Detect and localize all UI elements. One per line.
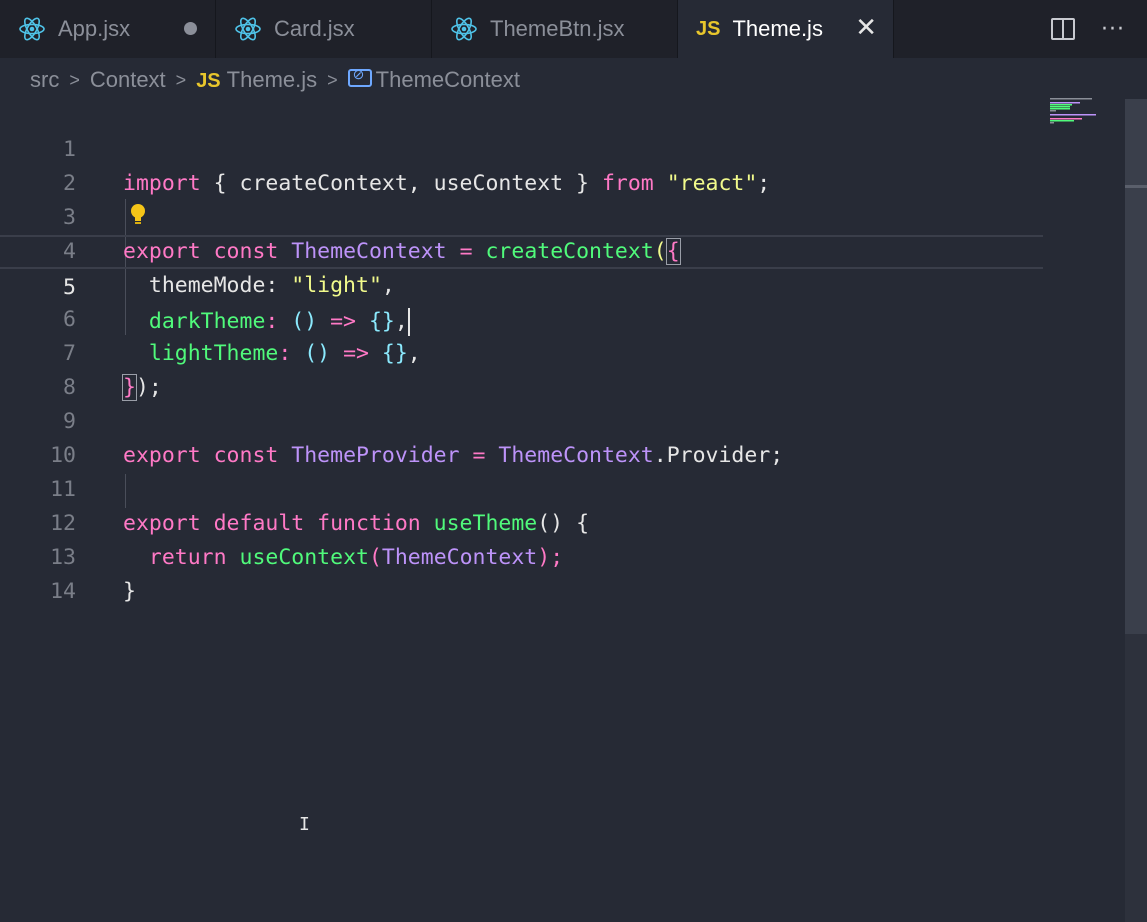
code-line: 8 bbox=[0, 337, 1043, 400]
tab-bar: App.jsx Card.jsx ThemeBtn.jsx JS Theme.j… bbox=[0, 0, 1147, 58]
react-icon bbox=[19, 17, 45, 41]
editor-actions: ··· bbox=[1051, 0, 1147, 58]
code-editor[interactable]: 1 import { createContext, useContext } f… bbox=[0, 99, 1147, 922]
scrollbar-cursor-marker bbox=[1125, 185, 1147, 188]
more-actions-icon[interactable]: ··· bbox=[1101, 17, 1125, 42]
breadcrumb-label: ThemeContext bbox=[375, 67, 520, 92]
react-icon bbox=[235, 17, 261, 41]
close-tab-icon[interactable]: ✕ bbox=[855, 14, 877, 42]
breadcrumb-item-context[interactable]: Context bbox=[90, 67, 166, 93]
minimap[interactable] bbox=[1050, 98, 1100, 128]
tab-themebtn-jsx[interactable]: ThemeBtn.jsx bbox=[432, 0, 678, 58]
code-line: 3 export const ThemeContext = createCont… bbox=[0, 167, 1043, 265]
tab-label: Theme.js bbox=[732, 16, 823, 41]
breadcrumb-label: Theme.js bbox=[226, 67, 318, 92]
line-number: 14 bbox=[50, 579, 76, 604]
symbol-variable-icon bbox=[347, 66, 372, 87]
current-code-line: 5 darkTheme: () => {}, bbox=[0, 235, 1043, 336]
js-file-icon: JS bbox=[696, 17, 721, 40]
tab-card-jsx[interactable]: Card.jsx bbox=[216, 0, 432, 58]
code-line: 10 bbox=[0, 405, 1043, 468]
tab-theme-js[interactable]: JS Theme.js ✕ bbox=[678, 0, 894, 58]
code-line: 7 }); bbox=[0, 303, 1043, 401]
breadcrumb: src > Context > JSTheme.js > ThemeContex… bbox=[30, 64, 520, 96]
breadcrumb-item-theme-js[interactable]: JS Theme.js bbox=[196, 67, 317, 93]
react-icon bbox=[451, 17, 477, 41]
code-line: 2 bbox=[0, 133, 1043, 196]
code-line: 6 lightTheme: () => {}, bbox=[0, 269, 1043, 366]
code-line: 11 export default function useTheme() { bbox=[0, 439, 1043, 536]
scrollbar-thumb[interactable] bbox=[1125, 99, 1147, 634]
code-line: 12 return useContext(ThemeContext); bbox=[0, 473, 1043, 570]
chevron-right-icon: > bbox=[175, 69, 187, 90]
mouse-ibeam-cursor: I bbox=[299, 814, 310, 835]
breadcrumb-item-themecontext[interactable]: ThemeContext bbox=[347, 66, 520, 93]
tab-label: Card.jsx bbox=[274, 16, 355, 41]
code-line: 9 export const ThemeProvider = ThemeCont… bbox=[0, 371, 1043, 468]
code-line: 14 bbox=[0, 541, 1043, 604]
code-line: 13 } bbox=[0, 507, 1043, 604]
js-file-icon: JS bbox=[196, 70, 221, 92]
tab-app-jsx[interactable]: App.jsx bbox=[0, 0, 216, 58]
code-text: } bbox=[123, 579, 136, 604]
code-line: 4 themeMode: "light", bbox=[0, 201, 1043, 298]
chevron-right-icon: > bbox=[69, 69, 80, 90]
code-line: 1 import { createContext, useContext } f… bbox=[0, 99, 1043, 196]
tab-label: ThemeBtn.jsx bbox=[490, 16, 625, 41]
tab-label: App.jsx bbox=[58, 16, 131, 41]
chevron-right-icon: > bbox=[327, 69, 338, 90]
split-editor-icon[interactable] bbox=[1051, 18, 1076, 40]
breadcrumb-item-src[interactable]: src bbox=[30, 67, 59, 93]
unsaved-changes-dot-icon[interactable] bbox=[184, 22, 197, 35]
lightbulb-icon[interactable] bbox=[129, 203, 147, 227]
